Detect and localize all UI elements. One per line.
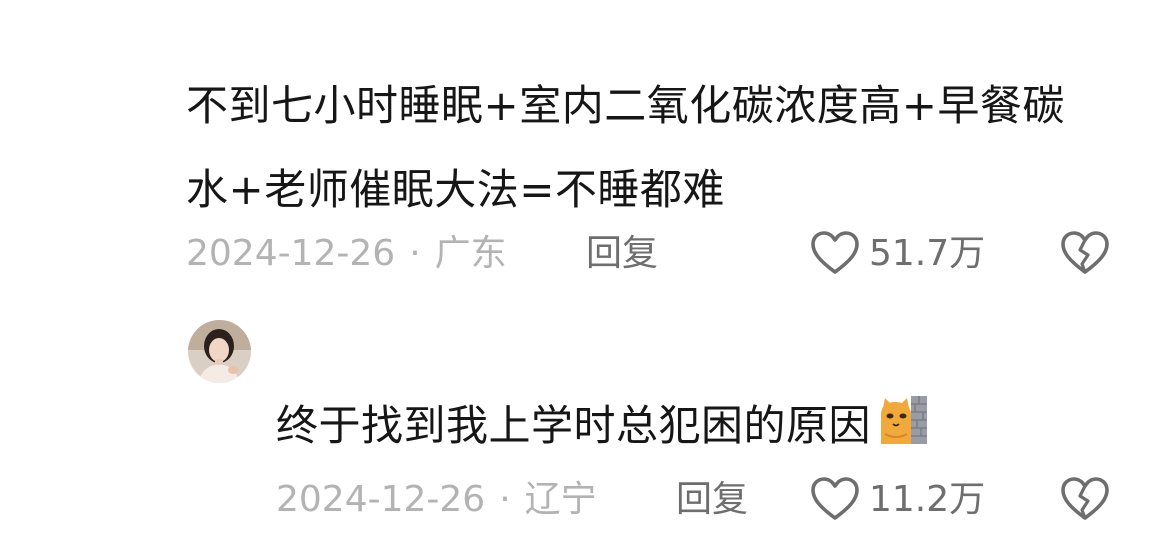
cat-peeking-wall-emoji xyxy=(881,396,928,444)
meta-separator: · xyxy=(499,479,511,520)
heart-outline-icon[interactable] xyxy=(810,230,860,276)
meta-separator: · xyxy=(409,233,421,274)
reply-button[interactable]: 回复 xyxy=(586,232,658,276)
comment-text-content: 终于找到我上学时总犯困的原因 xyxy=(276,401,872,450)
like-count: 51.7万 xyxy=(869,233,986,274)
comment-text: 终于找到我上学时总犯困的原因 xyxy=(276,384,929,468)
avatar[interactable] xyxy=(188,320,251,383)
comment-date: 2024-12-26 xyxy=(276,479,486,520)
avatar-image xyxy=(188,320,251,383)
heart-outline-icon[interactable] xyxy=(810,476,860,522)
comment-location: 广东 xyxy=(434,233,507,274)
comment-location: 辽宁 xyxy=(524,479,597,520)
broken-heart-icon[interactable] xyxy=(1060,476,1110,522)
comment-meta: 2024-12-26 · 广东 xyxy=(186,232,507,276)
like-count: 11.2万 xyxy=(869,479,986,520)
broken-heart-icon[interactable] xyxy=(1060,230,1110,276)
comment-date: 2024-12-26 xyxy=(186,233,396,274)
comment-text: 不到七小时睡眠+室内二氧化碳浓度高+早餐碳水+老师催眠大法=不睡都难 xyxy=(186,81,1065,214)
reply-button[interactable]: 回复 xyxy=(676,478,748,522)
comment-meta: 2024-12-26 · 辽宁 xyxy=(276,478,597,522)
